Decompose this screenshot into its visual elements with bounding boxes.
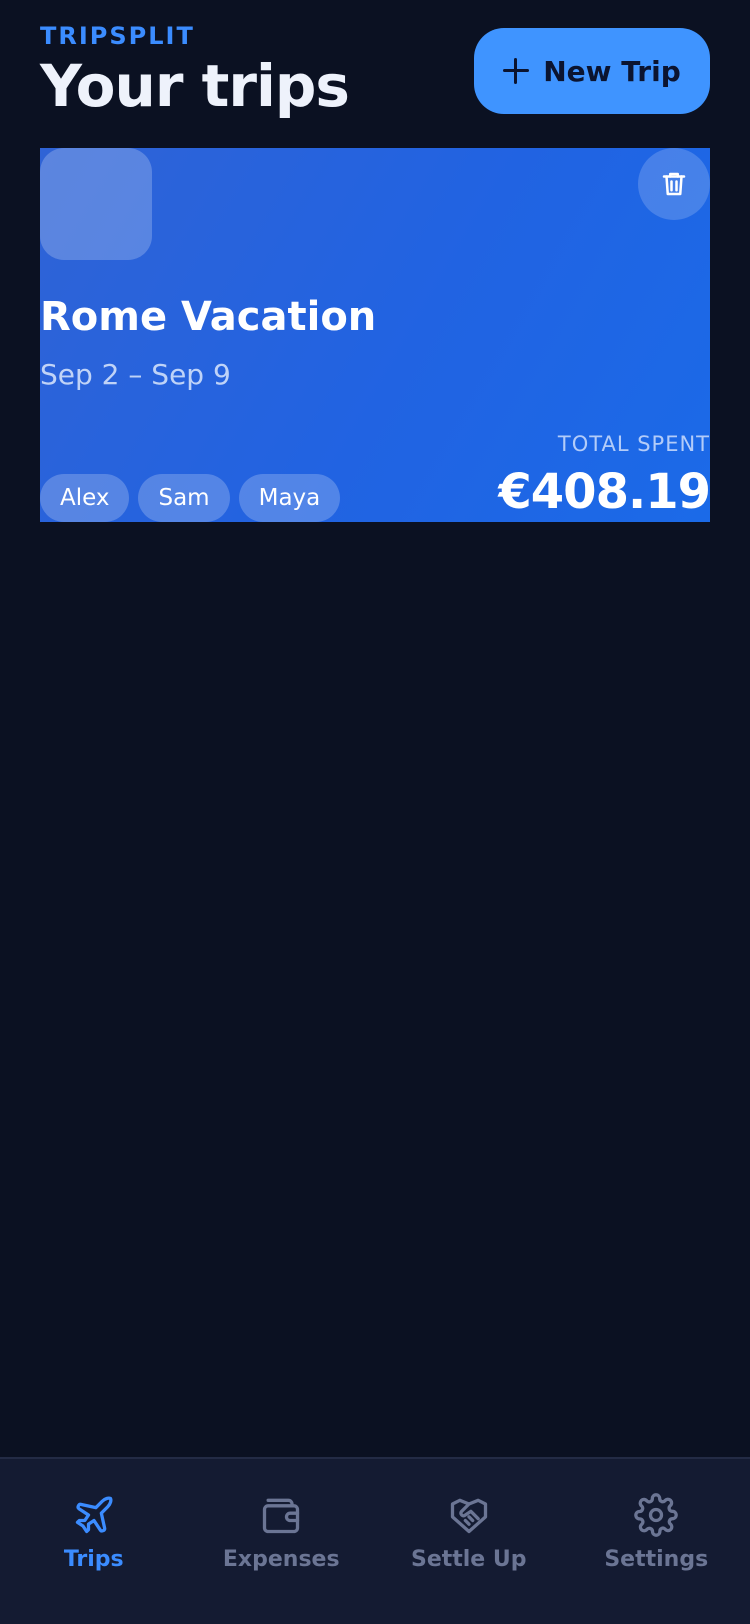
total-spent-label: TOTAL SPENT <box>557 432 710 456</box>
tab-label: Expenses <box>222 1547 340 1572</box>
member-chip: Alex <box>40 474 130 522</box>
trash-icon <box>662 172 686 196</box>
trip-members: Alex Sam Maya <box>40 474 341 522</box>
trip-name: Rome Vacation <box>40 294 377 340</box>
handshake-icon <box>450 1498 487 1534</box>
page-title: Your trips <box>40 52 350 120</box>
app-brand: TRIPSPLIT <box>40 22 195 50</box>
tab-label: Trips <box>63 1547 124 1572</box>
wallet-icon <box>263 1498 300 1534</box>
tab-trips[interactable]: Trips <box>0 1459 188 1624</box>
new-trip-label: New Trip <box>543 54 681 88</box>
trips-screen: TRIPSPLIT Your trips New Trip Rome Vacat… <box>0 0 750 1624</box>
trip-dates: Sep 2 – Sep 9 <box>40 358 231 391</box>
airplane-icon <box>75 1496 113 1534</box>
member-chip: Maya <box>238 474 341 522</box>
bottom-tab-bar: Trips Expenses Settle Up Settings <box>0 1457 750 1624</box>
tab-label: Settle Up <box>410 1547 527 1572</box>
gear-icon <box>634 1493 679 1537</box>
trip-card[interactable]: Rome Vacation Sep 2 – Sep 9 Alex Sam May… <box>40 148 710 522</box>
trip-thumbnail <box>40 148 152 260</box>
page-header: TRIPSPLIT Your trips New Trip <box>40 20 710 120</box>
tab-settle-up[interactable]: Settle Up <box>375 1459 563 1624</box>
tab-label: Settings <box>604 1547 709 1572</box>
tab-expenses[interactable]: Expenses <box>188 1459 376 1624</box>
total-spent-amount: €408.19 <box>498 464 710 520</box>
delete-trip-button[interactable] <box>638 148 710 220</box>
plus-icon <box>503 58 530 84</box>
new-trip-button[interactable]: New Trip <box>474 28 710 114</box>
member-chip: Sam <box>138 474 230 522</box>
tab-settings[interactable]: Settings <box>563 1459 750 1624</box>
